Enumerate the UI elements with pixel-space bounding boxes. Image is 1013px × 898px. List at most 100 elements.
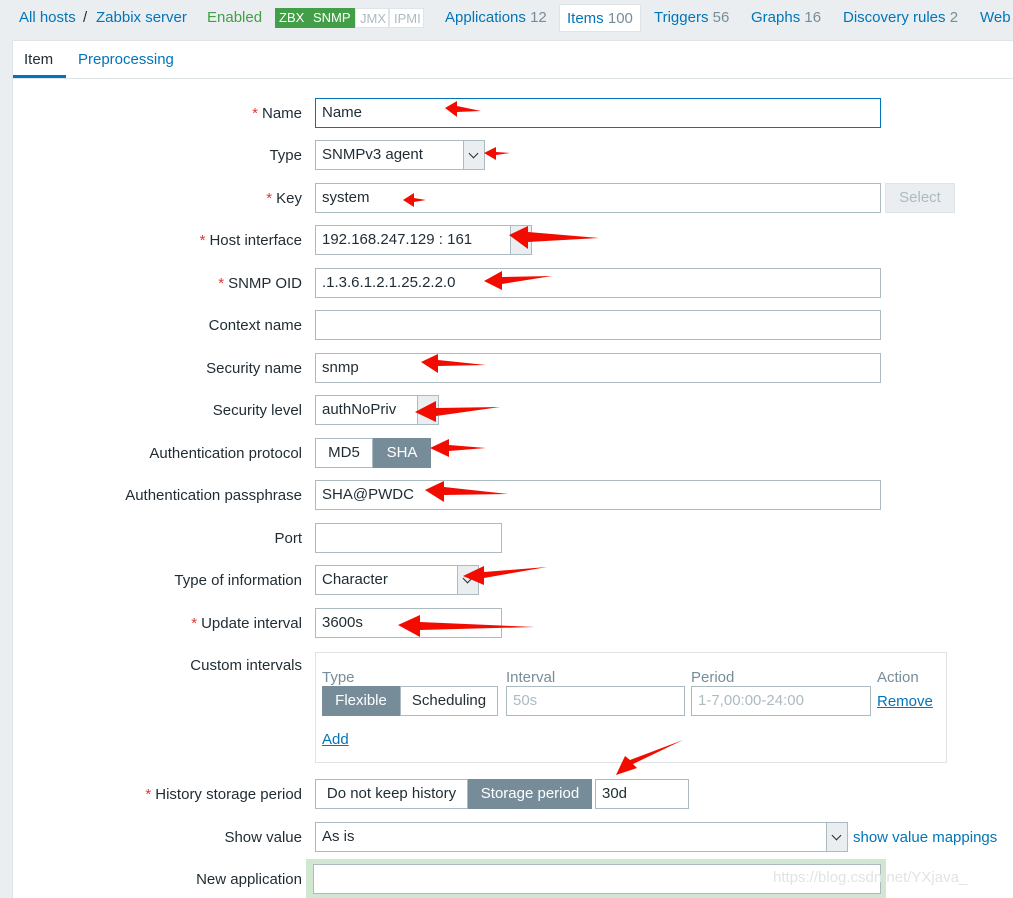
show-value-select[interactable]: As is (315, 822, 848, 852)
type-of-information-label: Type of information (174, 572, 302, 589)
ci-type-flexible[interactable]: Flexible (322, 686, 400, 716)
tab-items-count: 100 (607, 10, 633, 27)
tab-triggers-count: 56 (712, 9, 730, 26)
auth-passphrase-input[interactable]: SHA@PWDC (315, 480, 881, 510)
tab-graphs-count: 16 (804, 9, 822, 26)
tab-triggers[interactable]: Triggers 56 (654, 9, 729, 26)
required-mark: * (266, 190, 273, 207)
tab-applications[interactable]: Applications 12 (445, 9, 547, 26)
required-mark: * (191, 615, 198, 632)
breadcrumb-separator: / (83, 9, 88, 26)
type-label: Type (269, 147, 302, 164)
tab-applications-label: Applications (445, 9, 526, 26)
form-tabs: Item Preprocessing (13, 41, 1013, 79)
show-value-label: Show value (224, 829, 302, 846)
chevron-down-icon (510, 226, 531, 254)
ci-type-scheduling[interactable]: Scheduling (400, 686, 498, 716)
custom-intervals-table: Type Interval Period Action Flexible Sch… (315, 652, 947, 763)
update-interval-label-text: Update interval (201, 615, 302, 632)
key-label: * Key (266, 190, 302, 207)
auth-protocol-label: Authentication protocol (149, 445, 302, 462)
ci-header-type: Type (322, 669, 355, 686)
show-value-value: As is (322, 828, 355, 845)
history-storage-period[interactable]: Storage period (468, 779, 592, 809)
name-input[interactable]: Name (315, 98, 881, 128)
update-interval-input[interactable]: 3600s (315, 608, 502, 638)
name-label: * Name (252, 105, 302, 122)
availability-zbx-badge: ZBX (275, 8, 309, 28)
auth-passphrase-label: Authentication passphrase (125, 487, 302, 504)
type-of-information-value: Character (322, 571, 388, 588)
watermark: https://blog.csdn.net/YXjava_ (773, 869, 968, 886)
new-application-label: New application (196, 871, 302, 888)
host-navigation: All hosts / Zabbix server Enabled ZBX SN… (0, 0, 1013, 38)
history-storage-label-text: History storage period (155, 786, 302, 803)
security-name-input[interactable]: snmp (315, 353, 881, 383)
tab-graphs[interactable]: Graphs 16 (751, 9, 821, 26)
history-storage-label: * History storage period (145, 786, 302, 803)
chevron-down-icon (463, 141, 484, 169)
auth-protocol-md5[interactable]: MD5 (315, 438, 373, 468)
active-tab-indicator (13, 75, 66, 78)
type-select[interactable]: SNMPv3 agent (315, 140, 485, 170)
security-level-value: authNoPriv (322, 401, 397, 418)
history-period-input[interactable]: 30d (595, 779, 689, 809)
chevron-down-icon (826, 823, 847, 851)
update-interval-label: * Update interval (191, 615, 302, 632)
snmp-oid-input[interactable]: .1.3.6.1.2.1.25.2.2.0 (315, 268, 881, 298)
security-level-label: Security level (212, 402, 302, 419)
history-do-not-keep[interactable]: Do not keep history (315, 779, 468, 809)
required-mark: * (218, 275, 225, 292)
tab-items-label: Items (567, 10, 604, 27)
snmp-oid-label: * SNMP OID (218, 275, 302, 292)
snmp-oid-label-text: SNMP OID (228, 275, 302, 292)
auth-protocol-sha[interactable]: SHA (373, 438, 431, 468)
security-name-label: Security name (206, 360, 302, 377)
key-label-text: Key (276, 190, 302, 207)
custom-intervals-label: Custom intervals (190, 657, 302, 674)
host-status[interactable]: Enabled (207, 9, 262, 26)
ci-add-link[interactable]: Add (322, 731, 349, 748)
security-level-select[interactable]: authNoPriv (315, 395, 439, 425)
availability-ipmi-badge: IPMI (389, 8, 424, 28)
port-label: Port (274, 530, 302, 547)
availability-jmx-badge: JMX (355, 8, 389, 28)
context-name-label: Context name (208, 317, 302, 334)
key-input[interactable]: system (315, 183, 881, 213)
name-label-text: Name (261, 105, 302, 122)
host-interface-select[interactable]: 192.168.247.129 : 161 (315, 225, 532, 255)
host-interface-value: 192.168.247.129 : 161 (322, 231, 473, 248)
ci-period-input[interactable]: 1-7,00:00-24:00 (691, 686, 871, 716)
type-select-value: SNMPv3 agent (322, 146, 423, 163)
availability-snmp-badge: SNMP (309, 8, 355, 28)
breadcrumb-host[interactable]: Zabbix server (96, 9, 187, 26)
tab-discovery-rules[interactable]: Discovery rules 2 (843, 9, 958, 26)
ci-header-action: Action (877, 669, 919, 686)
item-form: Item Preprocessing * Name Name Type SNMPv… (12, 40, 1013, 898)
chevron-down-icon (457, 566, 478, 594)
breadcrumb-all-hosts[interactable]: All hosts (19, 9, 76, 26)
ci-header-interval: Interval (506, 669, 556, 686)
tab-items[interactable]: Items 100 (559, 4, 641, 32)
form-tab-item[interactable]: Item (24, 51, 53, 68)
ci-interval-input[interactable]: 50s (506, 686, 685, 716)
tab-applications-count: 12 (530, 9, 547, 26)
host-interface-label: * Host interface (200, 232, 302, 249)
host-interface-label-text: Host interface (209, 232, 302, 249)
tab-graphs-label: Graphs (751, 9, 801, 26)
type-of-information-select[interactable]: Character (315, 565, 479, 595)
required-mark: * (145, 786, 152, 803)
required-mark: * (199, 232, 206, 249)
chevron-down-icon (417, 396, 438, 424)
tab-discovery-rules-count: 2 (949, 9, 959, 26)
tab-discovery-rules-label: Discovery rules (843, 9, 946, 26)
port-input[interactable] (315, 523, 502, 553)
key-select-button[interactable]: Select (885, 183, 955, 213)
show-value-mappings-link[interactable]: show value mappings (853, 829, 997, 846)
tab-web[interactable]: Web (980, 9, 1011, 26)
context-name-input[interactable] (315, 310, 881, 340)
ci-remove-link[interactable]: Remove (877, 693, 933, 710)
form-tab-preprocessing[interactable]: Preprocessing (78, 51, 174, 68)
ci-header-period: Period (691, 669, 735, 686)
tab-triggers-label: Triggers (654, 9, 709, 26)
